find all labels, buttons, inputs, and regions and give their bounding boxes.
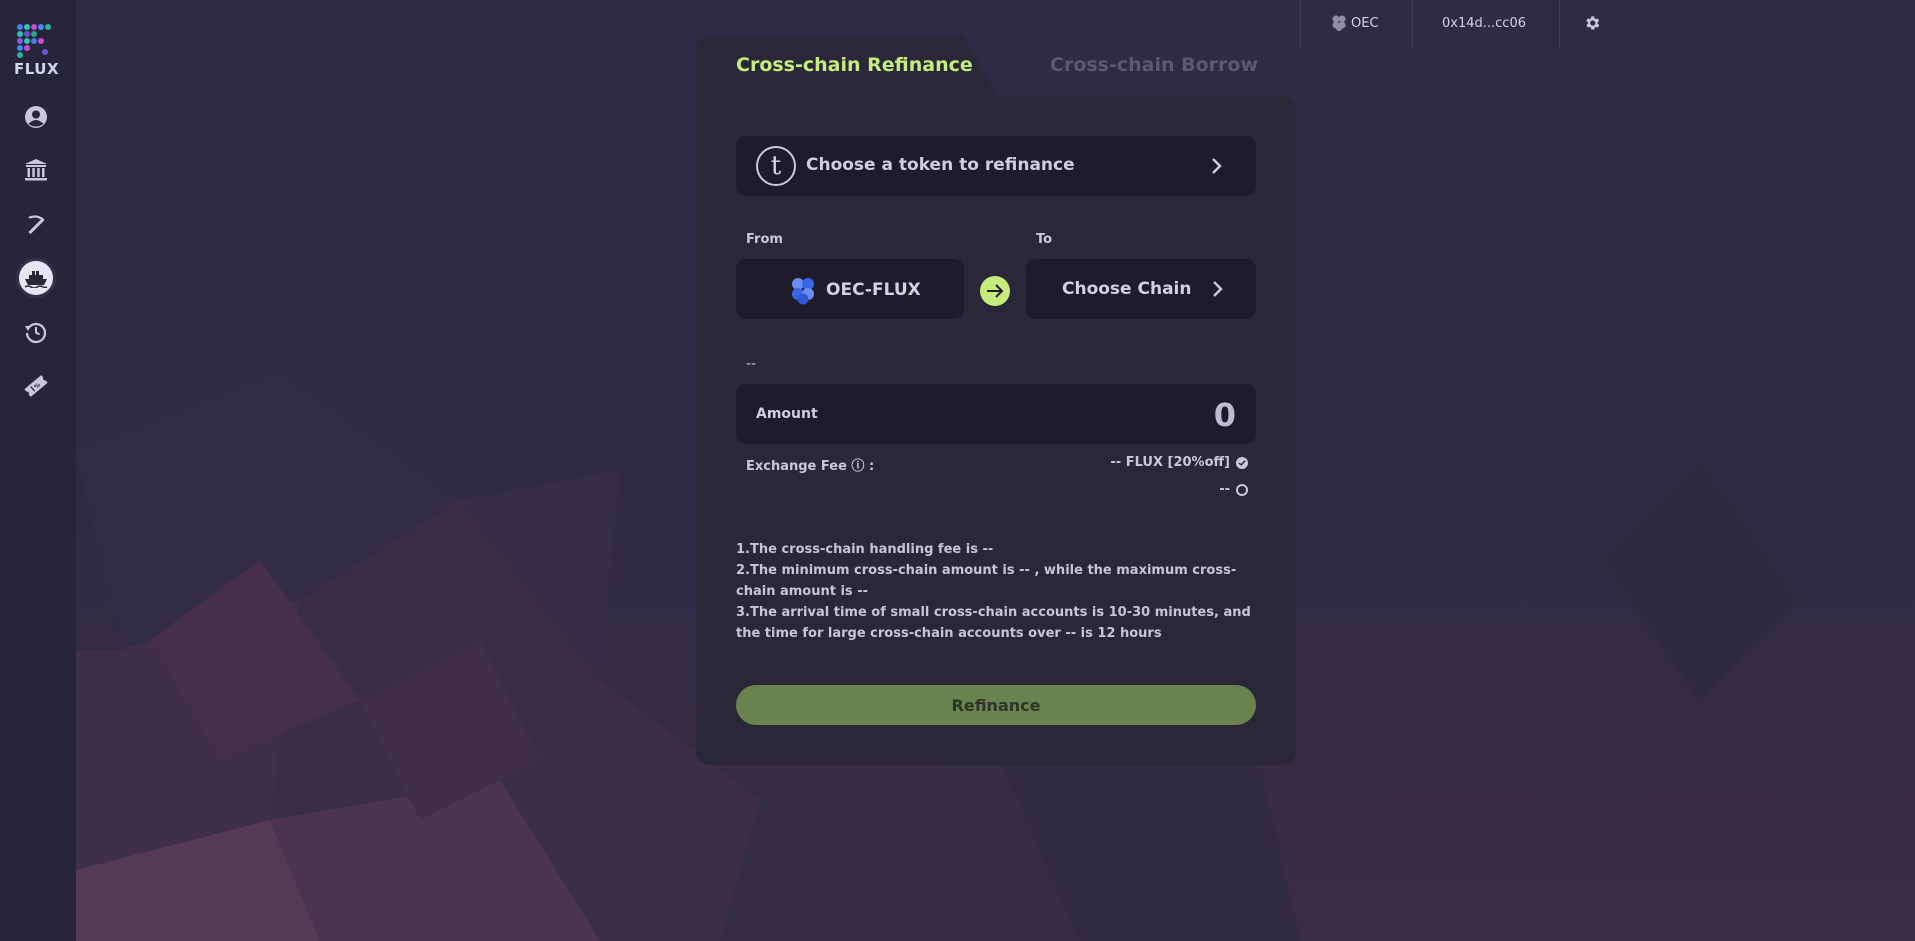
wallet-address: 0x14d...cc06 [1442,15,1526,31]
from-chain-name: OEC-FLUX [826,280,921,300]
pickaxe-icon [28,215,45,235]
from-label: From [746,232,783,247]
logo-text: FLUX [14,60,60,78]
tab-label: Cross-chain Borrow [1050,54,1259,76]
amount-field[interactable]: Amount [736,384,1256,444]
sidebar-item-mining[interactable] [16,204,56,244]
history-icon [25,322,47,344]
refinance-button[interactable]: Refinance [736,685,1256,725]
amount-label: Amount [756,406,818,422]
ticket-icon: % [24,375,48,397]
fee-flux-text: -- FLUX [20%off] [1110,455,1230,470]
bank-icon [25,159,47,181]
sidebar-item-ticket[interactable]: % [16,366,56,406]
from-chain: OEC-FLUX [736,259,964,319]
chevron-right-icon [1213,281,1223,297]
sidebar-item-history[interactable] [16,312,56,352]
sidebar-item-cross-chain[interactable] [16,258,56,298]
fee-other-text: -- [1219,482,1230,497]
sidebar-item-bank[interactable] [16,150,56,190]
balance-text: -- [746,356,757,372]
note-line: 1.The cross-chain handling fee is -- [736,542,994,557]
fee-option-flux[interactable]: -- FLUX [20%off] [1110,455,1248,470]
radio-checked-icon [1236,456,1248,469]
divider [1559,0,1560,48]
flux-logo-icon [17,24,51,58]
refinance-card: t Choose a token to refinance From To OE… [696,96,1296,765]
to-chain-placeholder: Choose Chain [1062,279,1192,299]
token-placeholder-icon: t [756,146,796,186]
ship-icon [24,271,48,288]
wallet-address-button[interactable]: 0x14d...cc06 [1442,0,1526,46]
divider [1300,0,1301,48]
network-selector[interactable]: OEC [1330,0,1379,46]
tab-cross-chain-refinance[interactable]: Cross-chain Refinance [696,36,996,96]
fee-option-other[interactable]: -- [1219,482,1248,497]
divider [1412,0,1413,48]
radio-unchecked-icon [1236,483,1248,496]
amount-input[interactable] [1034,392,1238,438]
chevron-right-icon [1212,158,1222,174]
settings-button[interactable] [1583,0,1601,46]
cross-chain-notes: 1.The cross-chain handling fee is -- 2.T… [736,539,1256,644]
note-line: 2.The minimum cross-chain amount is -- ,… [736,563,1237,599]
oec-network-icon [1332,15,1346,31]
sidebar-item-account[interactable] [16,97,56,137]
note-line: 3.The arrival time of small cross-chain … [736,605,1251,641]
arrow-right-icon [980,276,1010,306]
to-chain-select[interactable]: Choose Chain [1026,259,1256,319]
user-icon [25,106,47,128]
sidebar: FLUX % [0,0,76,941]
to-label: To [1036,232,1053,247]
exchange-fee-label: Exchange Fee ⓘ : [746,459,875,474]
network-name: OEC [1351,15,1379,31]
gear-icon [1586,16,1600,30]
tab-cross-chain-borrow[interactable]: Cross-chain Borrow [996,36,1296,96]
tab-label: Cross-chain Refinance [736,54,973,76]
flux-logo[interactable]: FLUX [14,22,60,78]
token-select-placeholder: Choose a token to refinance [806,155,1075,175]
token-select-button[interactable]: t Choose a token to refinance [736,136,1256,196]
oec-chain-icon [792,278,814,305]
